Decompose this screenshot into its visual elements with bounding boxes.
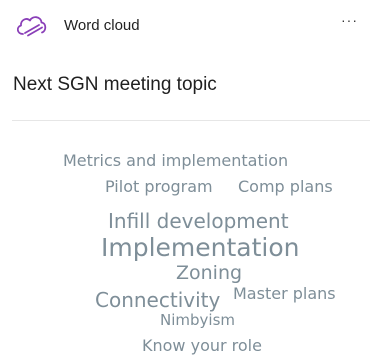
cloud-word: Zoning xyxy=(176,262,243,284)
cloud-word: Implementation xyxy=(101,233,300,262)
cloud-word: Nimbyism xyxy=(160,311,235,329)
cloud-word: Metrics and implementation xyxy=(63,151,289,170)
cloud-word: Connectivity xyxy=(95,288,221,312)
word-cloud-card: Word cloud ··· Next SGN meeting topic Me… xyxy=(0,0,370,355)
divider xyxy=(12,120,370,121)
question-title: Next SGN meeting topic xyxy=(13,74,217,95)
slide-type-label: Word cloud xyxy=(64,16,140,34)
cloud-word: Infill development xyxy=(108,209,289,233)
word-cloud-icon xyxy=(14,12,48,38)
cloud-word: Master plans xyxy=(233,284,336,303)
card-header: Word cloud xyxy=(14,10,140,40)
cloud-word: Know your role xyxy=(142,336,262,355)
cloud-word: Pilot program xyxy=(105,177,213,196)
more-options-button[interactable]: ··· xyxy=(341,12,358,28)
cloud-word: Comp plans xyxy=(238,177,333,196)
